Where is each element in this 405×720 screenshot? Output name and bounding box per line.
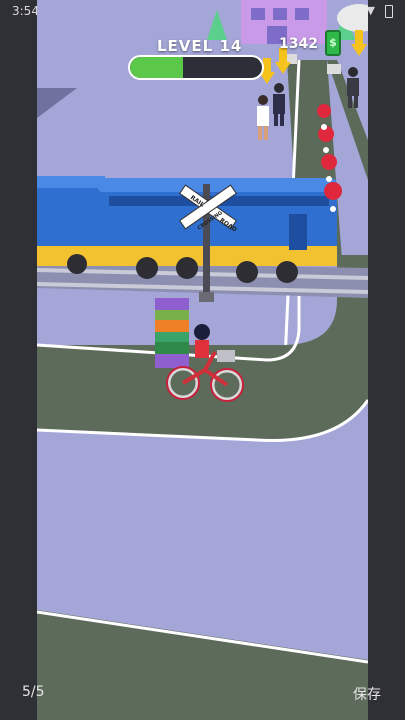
cash-icon: $	[325, 30, 341, 56]
level-progress-bar	[128, 55, 264, 80]
game-viewport[interactable]: RAIL ROAD CROSSING LEVEL 14 1342 $	[37, 0, 368, 720]
battery-icon	[385, 5, 393, 18]
money-counter: 1342	[279, 36, 318, 52]
status-time: 3:54	[12, 4, 39, 18]
level-progress-fill	[130, 57, 183, 78]
level-label: LEVEL 14	[157, 37, 243, 55]
game-scene: RAIL ROAD CROSSING	[37, 0, 368, 720]
viewer-footer: 5/5 保存	[0, 680, 405, 710]
save-button[interactable]: 保存	[353, 684, 381, 704]
page-indicator: 5/5	[22, 684, 45, 700]
